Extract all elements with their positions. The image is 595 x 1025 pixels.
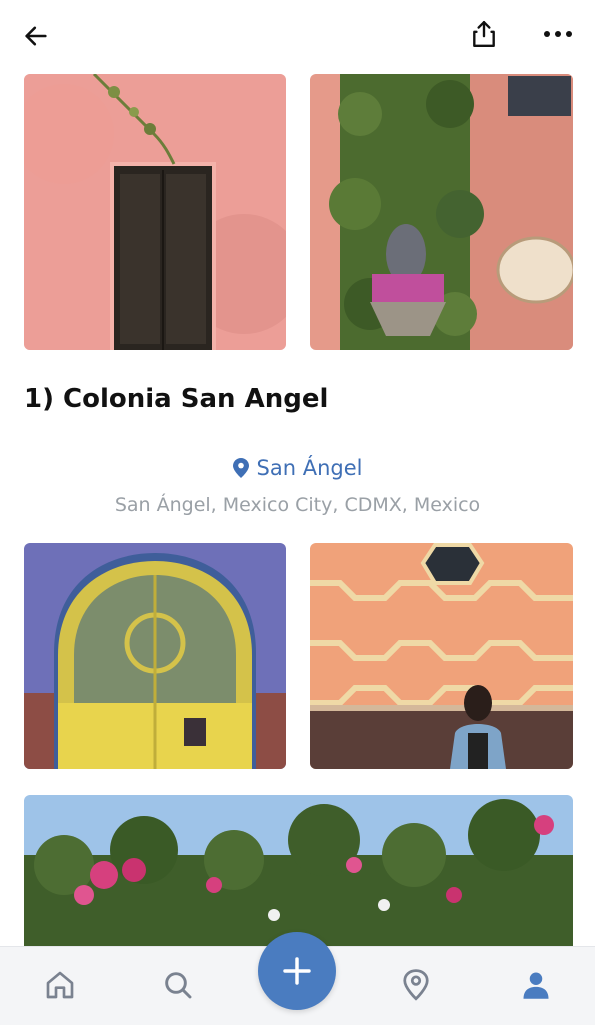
- location-link[interactable]: San Ángel: [232, 456, 363, 480]
- photo-pink-door-image: [24, 74, 286, 350]
- back-button[interactable]: [18, 18, 54, 54]
- home-icon: [46, 971, 74, 999]
- photo-bougainvillea-image: [24, 795, 573, 955]
- plus-icon: [283, 957, 311, 985]
- photo-ivy-shrine-image: [310, 74, 573, 350]
- user-icon: [523, 972, 549, 999]
- photo-yellow-gate-image: [24, 543, 286, 769]
- photo-yellow-gate[interactable]: [24, 543, 286, 769]
- arrow-left-icon: [25, 26, 47, 46]
- section-title: 1) Colonia San Angel: [24, 384, 329, 414]
- top-bar: [0, 0, 595, 72]
- photo-coral-wall-image: [310, 543, 573, 769]
- photo-bougainvillea[interactable]: [24, 795, 573, 955]
- search-icon: [165, 972, 192, 999]
- more-options-button[interactable]: [538, 16, 578, 52]
- add-post-button[interactable]: [258, 932, 336, 1010]
- map-pin-icon: [232, 458, 249, 478]
- more-horizontal-icon: [544, 31, 572, 37]
- map-pin-icon: [403, 969, 429, 1001]
- location-name: San Ángel: [256, 456, 363, 480]
- location-block: San Ángel San Ángel, Mexico City, CDMX, …: [0, 456, 595, 516]
- share-button[interactable]: [466, 16, 502, 52]
- tab-map[interactable]: [392, 961, 440, 1009]
- photo-ivy-shrine[interactable]: [310, 74, 573, 350]
- tab-profile[interactable]: [512, 961, 560, 1009]
- tab-home[interactable]: [36, 961, 84, 1009]
- photo-coral-wall[interactable]: [310, 543, 573, 769]
- share-icon: [473, 20, 495, 48]
- photo-pink-door[interactable]: [24, 74, 286, 350]
- tab-search[interactable]: [154, 961, 202, 1009]
- location-address: San Ángel, Mexico City, CDMX, Mexico: [114, 494, 481, 516]
